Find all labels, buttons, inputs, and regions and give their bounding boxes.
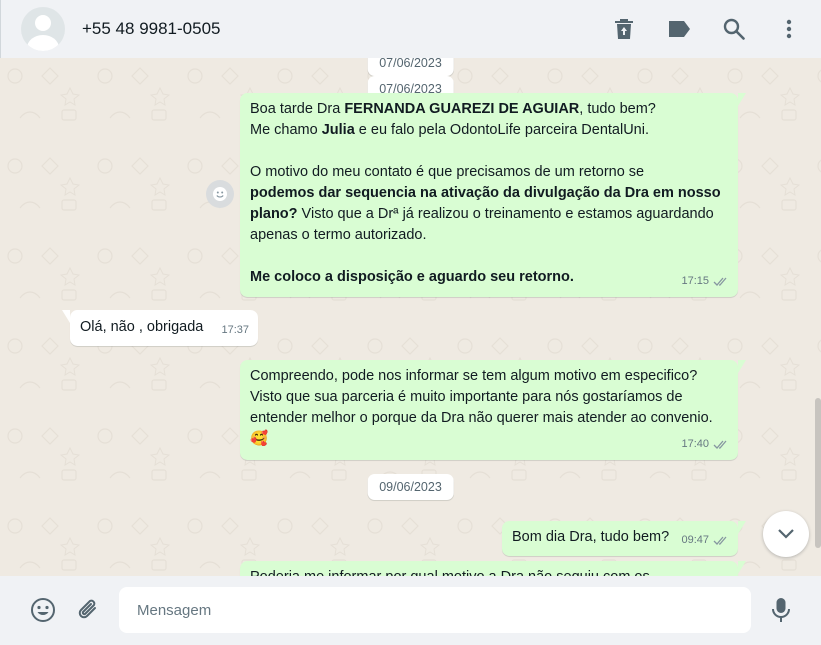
- message-time: 17:15: [681, 275, 709, 287]
- message-line: Me chamo Julia e eu falo pela OdontoLife…: [250, 122, 649, 138]
- whatsapp-window: +55 48 9981-0505 07/06/2023 07/06/2023 B…: [0, 0, 821, 645]
- message-time: 17:37: [221, 324, 249, 336]
- search-icon[interactable]: [720, 15, 748, 43]
- bubble-tail: [62, 310, 70, 323]
- message-meta: 17:37: [221, 320, 249, 341]
- emoji-icon[interactable]: [29, 596, 57, 624]
- contact-name[interactable]: +55 48 9981-0505: [82, 19, 221, 39]
- date-separator: 09/06/2023: [367, 474, 454, 500]
- message-line: Boa tarde Dra FERNANDA GUAREZI DE AGUIAR…: [250, 101, 656, 117]
- message-bubble-outgoing[interactable]: Boa tarde Dra FERNANDA GUAREZI DE AGUIAR…: [240, 93, 746, 297]
- read-ticks-icon: [713, 536, 727, 545]
- message-bubble-outgoing[interactable]: Bom dia Dra, tudo bem? 09:47: [502, 521, 746, 556]
- message-line: O motivo do meu contato é que precisamos…: [250, 164, 645, 180]
- message-time: 17:40: [681, 438, 709, 450]
- scroll-to-bottom-button[interactable]: [763, 511, 809, 557]
- message-list[interactable]: 07/06/2023 07/06/2023 Boa tarde Dra FERN…: [0, 58, 821, 576]
- message-text: Compreendo, pode nos informar se tem alg…: [250, 368, 713, 447]
- message-text: Poderia me informar por qual motivo a Dr…: [250, 567, 728, 576]
- smiling-face-with-hearts-icon: 🥰: [250, 431, 269, 447]
- attach-icon[interactable]: [74, 596, 102, 624]
- read-ticks-icon: [713, 440, 727, 449]
- message-meta: 17:15: [681, 271, 729, 292]
- message-bubble-incoming[interactable]: Olá, não , obrigada 17:37: [62, 310, 258, 346]
- forward-emoji-icon[interactable]: [206, 180, 234, 208]
- composer-bar: [0, 576, 821, 645]
- read-ticks-icon: [713, 277, 727, 286]
- menu-icon[interactable]: [775, 15, 803, 43]
- message-bubble-outgoing[interactable]: Compreendo, pode nos informar se tem alg…: [240, 360, 746, 460]
- bubble-tail: [738, 561, 746, 574]
- chevron-down-icon: [778, 529, 794, 539]
- message-line: Me coloco a disposição e aguardo seu ret…: [250, 269, 574, 285]
- bubble-tail: [738, 93, 746, 106]
- message-time: 09:47: [681, 534, 709, 546]
- bubble-tail: [738, 521, 746, 534]
- message-meta: 17:40: [681, 434, 729, 455]
- header-actions: [583, 0, 803, 58]
- chat-header: +55 48 9981-0505: [0, 0, 821, 58]
- message-line: podemos dar sequencia na ativação da div…: [250, 185, 721, 243]
- message-input[interactable]: [119, 587, 751, 633]
- message-meta: 09:47: [681, 530, 729, 551]
- bubble-tail: [738, 360, 746, 373]
- date-separator: 07/06/2023: [367, 58, 454, 76]
- label-icon[interactable]: [665, 15, 693, 43]
- scrollbar[interactable]: [815, 398, 821, 548]
- message-bubble-outgoing[interactable]: Poderia me informar por qual motivo a Dr…: [240, 561, 746, 576]
- avatar[interactable]: [21, 7, 65, 51]
- microphone-icon[interactable]: [767, 596, 795, 624]
- delete-icon[interactable]: [610, 15, 638, 43]
